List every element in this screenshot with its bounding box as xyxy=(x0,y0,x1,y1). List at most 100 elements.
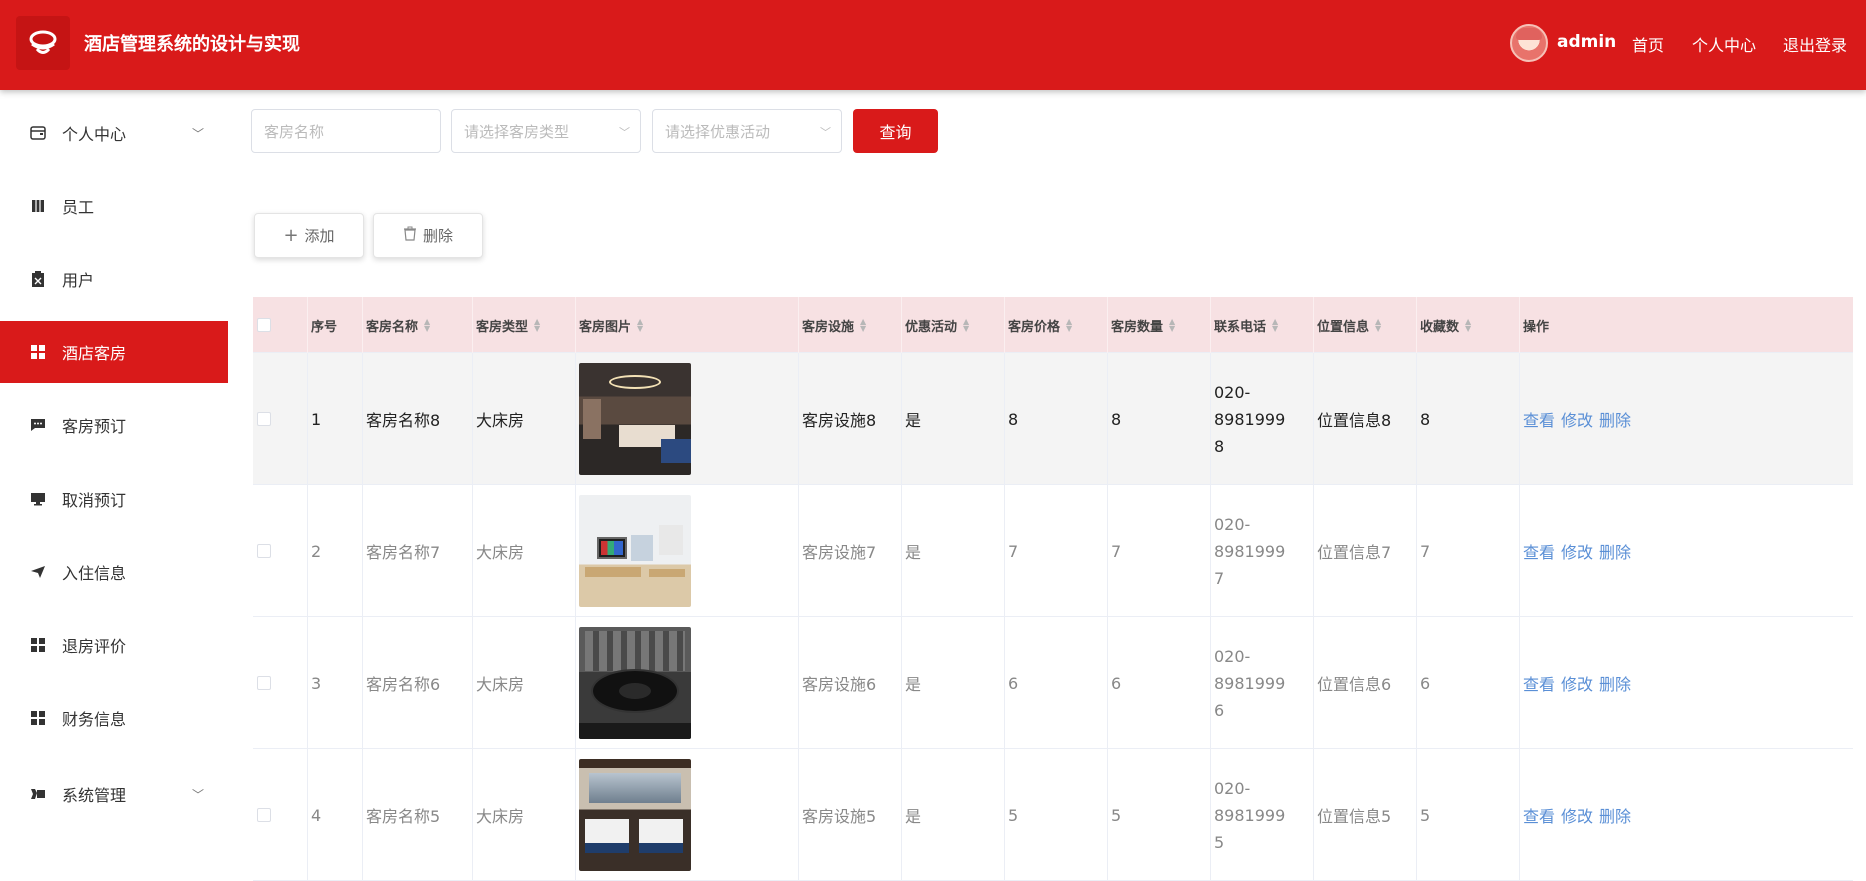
room-name-cell: 客房名称6 xyxy=(363,617,473,749)
actions-cell: 查看 修改 删除 xyxy=(1520,617,1853,749)
sort-icon[interactable]: ▲ ▼ xyxy=(1066,318,1072,333)
add-button[interactable]: + 添加 xyxy=(254,213,364,258)
promo-select[interactable]: 请选择优惠活动 ﹀ xyxy=(652,109,842,153)
column-header[interactable]: 客房数量 ▲ ▼ xyxy=(1108,297,1211,353)
location-cell: 位置信息6 xyxy=(1314,617,1417,749)
monitor-icon xyxy=(30,491,46,507)
sort-icon[interactable]: ▲ ▼ xyxy=(424,318,430,333)
room-type-placeholder: 请选择客房类型 xyxy=(464,122,570,141)
phone-text: 6 xyxy=(1214,700,1225,720)
room-type-cell: 大床房 xyxy=(473,617,576,749)
phone-text: 8 xyxy=(1214,436,1225,456)
promo-cell: 是 xyxy=(902,749,1005,881)
column-header[interactable]: 客房价格 ▲ ▼ xyxy=(1005,297,1108,353)
sort-icon[interactable]: ▲ ▼ xyxy=(1375,318,1381,333)
delete-link[interactable]: 删除 xyxy=(1599,803,1631,827)
column-header: 序号 xyxy=(308,297,363,353)
column-header[interactable]: 客房设施 ▲ ▼ xyxy=(799,297,902,353)
room-name-input[interactable]: 客房名称 xyxy=(251,109,441,153)
column-header[interactable]: 客房图片 ▲ ▼ xyxy=(576,297,799,353)
logo xyxy=(16,16,70,70)
actions-cell: 查看 修改 删除 xyxy=(1520,485,1853,617)
column-header[interactable]: 收藏数 ▲ ▼ xyxy=(1417,297,1520,353)
sidebar-item-staff[interactable]: 员工 xyxy=(0,175,228,237)
select-all-checkbox[interactable] xyxy=(257,318,271,332)
delete-button[interactable]: 删除 xyxy=(373,213,483,258)
promo-placeholder: 请选择优惠活动 xyxy=(665,122,771,141)
nav-home[interactable]: 首页 xyxy=(1632,32,1664,56)
column-title: 客房数量 xyxy=(1111,319,1164,335)
table-row[interactable]: 2 客房名称7 大床房 客房设施7 是 7 7 020-8981999 7 位置信… xyxy=(253,485,1853,617)
clipboard-icon xyxy=(30,271,46,287)
row-checkbox[interactable] xyxy=(257,412,271,426)
sort-icon[interactable]: ▲ ▼ xyxy=(1169,318,1175,333)
sidebar-item-hotel-rooms[interactable]: 酒店客房 xyxy=(0,321,228,383)
delete-link[interactable]: 删除 xyxy=(1599,539,1631,563)
row-select-cell xyxy=(253,353,308,485)
query-button[interactable]: 查询 xyxy=(853,109,938,153)
column-header[interactable]: 位置信息 ▲ ▼ xyxy=(1314,297,1417,353)
nav-logout[interactable]: 退出登录 xyxy=(1783,32,1847,56)
sidebar-item-finance[interactable]: 财务信息 xyxy=(0,687,228,749)
sidebar-item-cancel-booking[interactable]: 取消预订 xyxy=(0,468,228,530)
user-name[interactable]: admin xyxy=(1557,32,1616,52)
facility-cell: 客房设施6 xyxy=(799,617,902,749)
room-image[interactable] xyxy=(579,759,691,871)
row-checkbox[interactable] xyxy=(257,808,271,822)
sort-icon[interactable]: ▲ ▼ xyxy=(1272,318,1278,333)
edit-link[interactable]: 修改 xyxy=(1561,803,1593,827)
sort-icon[interactable]: ▲ ▼ xyxy=(534,318,540,333)
app-title: 酒店管理系统的设计与实现 xyxy=(84,34,300,55)
column-header[interactable]: 客房类型 ▲ ▼ xyxy=(473,297,576,353)
column-header[interactable]: 联系电话 ▲ ▼ xyxy=(1211,297,1314,353)
count-cell: 5 xyxy=(1108,749,1211,881)
delete-link[interactable]: 删除 xyxy=(1599,407,1631,431)
phone-cell: 020-8981999 6 xyxy=(1211,617,1314,749)
sidebar-item-label: 个人中心 xyxy=(62,125,127,144)
phone-cell: 020-8981999 7 xyxy=(1211,485,1314,617)
column-header[interactable]: 客房名称 ▲ ▼ xyxy=(363,297,473,353)
table-row[interactable]: 3 客房名称6 大床房 客房设施6 是 6 6 020-8981999 6 位置信… xyxy=(253,617,1853,749)
room-image[interactable] xyxy=(579,627,691,739)
table-row[interactable]: 1 客房名称8 大床房 客房设施8 是 8 8 020-8981999 8 位置信… xyxy=(253,353,1853,485)
location-cell: 位置信息8 xyxy=(1314,353,1417,485)
phone-text: 020-8981999 xyxy=(1214,514,1286,561)
edit-link[interactable]: 修改 xyxy=(1561,671,1593,695)
table-row[interactable]: 4 客房名称5 大床房 客房设施5 是 5 5 020-8981999 5 位置信… xyxy=(253,749,1853,881)
room-type-cell: 大床房 xyxy=(473,353,576,485)
sort-icon[interactable]: ▲ ▼ xyxy=(637,318,643,333)
room-image[interactable] xyxy=(579,495,691,607)
column-title: 客房名称 xyxy=(366,319,419,335)
sidebar-item-personal-center[interactable]: 个人中心 ﹀ xyxy=(0,102,228,164)
sidebar-item-checkin-info[interactable]: 入住信息 xyxy=(0,541,228,603)
sidebar-item-room-booking[interactable]: 客房预订 xyxy=(0,394,228,456)
sidebar-item-checkout-review[interactable]: 退房评价 xyxy=(0,614,228,676)
room-type-select[interactable]: 请选择客房类型 ﹀ xyxy=(451,109,641,153)
nav-personal-center[interactable]: 个人中心 xyxy=(1692,32,1756,56)
view-link[interactable]: 查看 xyxy=(1523,671,1555,695)
row-checkbox[interactable] xyxy=(257,676,271,690)
facility-cell: 客房设施8 xyxy=(799,353,902,485)
sidebar-item-system-management[interactable]: 系统管理 ﹀ xyxy=(0,763,228,825)
view-link[interactable]: 查看 xyxy=(1523,803,1555,827)
sort-icon[interactable]: ▲ ▼ xyxy=(1465,318,1471,333)
edit-link[interactable]: 修改 xyxy=(1561,407,1593,431)
delete-label: 删除 xyxy=(422,227,453,245)
row-checkbox[interactable] xyxy=(257,544,271,558)
sidebar-item-label: 用户 xyxy=(62,271,95,290)
edit-link[interactable]: 修改 xyxy=(1561,539,1593,563)
delete-link[interactable]: 删除 xyxy=(1599,671,1631,695)
actions-cell: 查看 修改 删除 xyxy=(1520,353,1853,485)
column-header[interactable]: 优惠活动 ▲ ▼ xyxy=(902,297,1005,353)
avatar[interactable] xyxy=(1510,24,1548,62)
view-link[interactable]: 查看 xyxy=(1523,407,1555,431)
index-cell: 4 xyxy=(308,749,363,881)
phone-text: 020-8981999 xyxy=(1214,382,1286,429)
view-link[interactable]: 查看 xyxy=(1523,539,1555,563)
column-title: 操作 xyxy=(1523,319,1550,335)
room-image[interactable] xyxy=(579,363,691,475)
sidebar-item-users[interactable]: 用户 xyxy=(0,248,228,310)
sort-icon[interactable]: ▲ ▼ xyxy=(963,318,969,333)
sort-icon[interactable]: ▲ ▼ xyxy=(860,318,866,333)
room-name-placeholder: 客房名称 xyxy=(264,122,325,141)
